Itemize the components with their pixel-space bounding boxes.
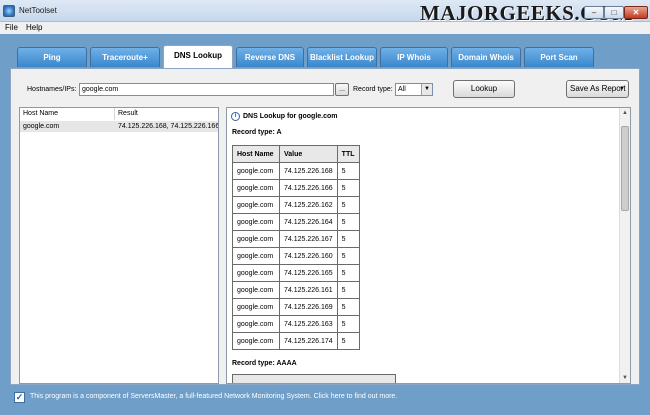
cell-value: 74.125.226.169: [279, 298, 338, 316]
table-row: google.com 74.125.226.174 5: [232, 332, 360, 350]
hostnames-input[interactable]: google.com: [79, 83, 334, 96]
hostnames-label: Hostnames/IPs:: [27, 86, 77, 93]
cell-ttl: 5: [336, 281, 360, 299]
cell-host-name: google.com: [232, 332, 280, 350]
cell-ttl: 5: [336, 315, 360, 333]
tab-traceroute[interactable]: Traceroute+: [90, 47, 160, 67]
cell-ttl: 5: [336, 230, 360, 248]
cell-host-name: google.com: [232, 264, 280, 282]
window-title: NetToolset: [19, 6, 57, 15]
row-result: 74.125.226.168, 74.125.226.166, 74: [118, 123, 218, 130]
servers-master-checkbox[interactable]: ✓: [14, 392, 25, 403]
cell-value: 74.125.226.167: [279, 230, 338, 248]
cell-value: 74.125.226.165: [279, 264, 338, 282]
table-row: google.com 74.125.226.165 5: [232, 264, 360, 282]
cell-host-name: google.com: [232, 281, 280, 299]
maximize-button[interactable]: □: [604, 6, 624, 19]
report-title: DNS Lookup for google.com: [243, 113, 338, 120]
cell-host-name: google.com: [232, 247, 280, 265]
cell-value: 74.125.226.162: [279, 196, 338, 214]
table-row: google.com 74.125.226.166 5: [232, 179, 360, 197]
tab-strip: Ping Traceroute+ DNS Lookup Reverse DNS …: [0, 34, 650, 70]
cell-ttl: 5: [336, 298, 360, 316]
table-header-row: Host Name Value TTL: [232, 145, 360, 163]
column-header-host-name[interactable]: Host Name: [20, 108, 115, 120]
cell-ttl: 5: [336, 179, 360, 197]
table-row: google.com 74.125.226.168 5: [232, 162, 360, 180]
table-row: google.com 74.125.226.161 5: [232, 281, 360, 299]
list-item[interactable]: google.com 74.125.226.168, 74.125.226.16…: [20, 121, 218, 132]
dropdown-arrow-icon: ▼: [619, 86, 625, 92]
menu-help[interactable]: Help: [26, 23, 42, 32]
tab-domain-whois[interactable]: Domain Whois: [451, 47, 521, 67]
record-type-aaaa-heading: Record type: AAAA: [232, 360, 297, 367]
cell-ttl: 5: [336, 213, 360, 231]
close-button[interactable]: ✕: [624, 6, 648, 19]
cell-ttl: 5: [336, 247, 360, 265]
results-list: Host Name Result google.com 74.125.226.1…: [19, 107, 219, 384]
cell-ttl: 5: [336, 332, 360, 350]
dns-lookup-panel: Hostnames/IPs: google.com ... Record typ…: [10, 68, 640, 385]
scroll-down-icon[interactable]: ▼: [620, 373, 630, 383]
header-ttl: TTL: [336, 145, 360, 163]
tab-ip-whois[interactable]: IP Whois: [380, 47, 448, 67]
cell-ttl: 5: [336, 196, 360, 214]
table-row: google.com 74.125.226.163 5: [232, 315, 360, 333]
aaaa-table-header: [232, 374, 396, 383]
cell-value: 74.125.226.166: [279, 179, 338, 197]
vertical-scrollbar[interactable]: ▲ ▼: [619, 108, 630, 383]
record-type-value: All: [398, 86, 406, 93]
title-bar: NetToolset MAJORGEEKS.COM – □ ✕: [0, 0, 650, 25]
record-type-label: Record type:: [353, 86, 393, 93]
cell-host-name: google.com: [232, 162, 280, 180]
cell-value: 74.125.226.174: [279, 332, 338, 350]
cell-host-name: google.com: [232, 196, 280, 214]
app-icon: [3, 5, 15, 17]
cell-host-name: google.com: [232, 179, 280, 197]
browse-button[interactable]: ...: [335, 83, 349, 96]
dns-results-table: Host Name Value TTL google.com 74.125.226…: [232, 145, 360, 350]
cell-value: 74.125.226.164: [279, 213, 338, 231]
record-type-a-heading: Record type: A: [232, 129, 282, 136]
header-host-name: Host Name: [232, 145, 280, 163]
table-row: google.com 74.125.226.162 5: [232, 196, 360, 214]
tab-ping[interactable]: Ping: [17, 47, 87, 67]
cell-value: 74.125.226.163: [279, 315, 338, 333]
cell-host-name: google.com: [232, 298, 280, 316]
tab-dns-lookup[interactable]: DNS Lookup: [163, 45, 233, 70]
scroll-thumb[interactable]: [621, 126, 629, 211]
table-row: google.com 74.125.226.164 5: [232, 213, 360, 231]
row-host: google.com: [23, 123, 60, 130]
menu-bar: File Help: [0, 22, 650, 34]
cell-value: 74.125.226.161: [279, 281, 338, 299]
cell-host-name: google.com: [232, 230, 280, 248]
cell-ttl: 5: [336, 264, 360, 282]
footer-bar: ✓ This program is a component of Servers…: [0, 390, 650, 415]
cell-ttl: 5: [336, 162, 360, 180]
save-as-report-button[interactable]: Save As Report ▼: [566, 80, 629, 98]
table-row: google.com 74.125.226.167 5: [232, 230, 360, 248]
report-view: i DNS Lookup for google.com Record type:…: [226, 107, 631, 384]
cell-value: 74.125.226.160: [279, 247, 338, 265]
cell-value: 74.125.226.168: [279, 162, 338, 180]
table-row: google.com 74.125.226.169 5: [232, 298, 360, 316]
menu-file[interactable]: File: [5, 23, 18, 32]
save-as-report-label: Save As Report: [570, 84, 626, 93]
info-icon: i: [231, 112, 240, 121]
column-header-result[interactable]: Result: [115, 108, 218, 120]
tab-port-scan[interactable]: Port Scan: [524, 47, 594, 67]
cell-host-name: google.com: [232, 213, 280, 231]
tab-reverse-dns[interactable]: Reverse DNS: [236, 47, 304, 67]
cell-host-name: google.com: [232, 315, 280, 333]
record-type-select[interactable]: All ▼: [395, 83, 433, 96]
tab-blacklist-lookup[interactable]: Blacklist Lookup: [307, 47, 377, 67]
scroll-up-icon[interactable]: ▲: [620, 108, 630, 118]
minimize-button[interactable]: –: [584, 6, 604, 19]
footer-promo-link[interactable]: This program is a component of ServersMa…: [30, 393, 397, 400]
lookup-button[interactable]: Lookup: [453, 80, 515, 98]
chevron-down-icon: ▼: [421, 84, 432, 95]
table-row: google.com 74.125.226.160 5: [232, 247, 360, 265]
header-value: Value: [279, 145, 338, 163]
